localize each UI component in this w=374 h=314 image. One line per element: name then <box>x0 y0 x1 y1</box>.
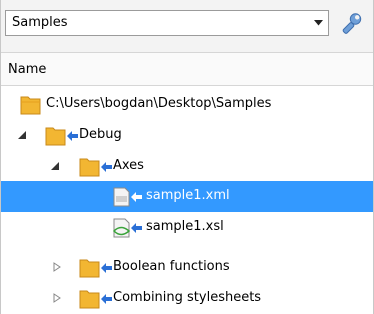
folder-link-icon <box>45 126 79 146</box>
tree-item-boolean-functions[interactable]: Boolean functions <box>1 252 373 283</box>
file-browser-panel: Samples Name C:\Users\bogdan\Desktop\Sam… <box>0 0 374 314</box>
folder-link-icon <box>79 157 113 177</box>
location-combo-value: Samples <box>12 15 68 30</box>
tree-item-label: C:\Users\bogdan\Desktop\Samples <box>46 96 272 111</box>
tree-item-label: Boolean functions <box>113 259 230 274</box>
folder-link-icon <box>79 289 113 309</box>
tree-item-label: sample1.xml <box>146 188 230 203</box>
tree-item-label: Combining stylesheets <box>113 290 262 305</box>
tree-item-label: Axes <box>113 158 144 173</box>
tree-item-label: Debug <box>79 127 122 142</box>
collapsed-arrow-icon[interactable] <box>52 262 62 272</box>
file-tree: C:\Users\bogdan\Desktop\Samples Debug Ax… <box>0 86 374 314</box>
tree-item-label: sample1.xsl <box>146 219 224 234</box>
tree-item-sample1-xml[interactable]: sample1.xml <box>1 181 373 212</box>
column-header-name: Name <box>8 62 47 77</box>
panel-border <box>0 0 1 314</box>
location-combo[interactable]: Samples <box>5 10 329 36</box>
folder-link-icon <box>79 258 113 278</box>
tree-item-sample1-xsl[interactable]: sample1.xsl <box>1 212 373 243</box>
tree-item-axes[interactable]: Axes <box>1 151 373 182</box>
toolbar: Samples <box>0 0 374 52</box>
wrench-icon[interactable] <box>341 11 365 35</box>
expanded-arrow-icon[interactable] <box>17 130 27 140</box>
tree-item-root[interactable]: C:\Users\bogdan\Desktop\Samples <box>1 89 373 120</box>
xsl-file-icon <box>111 218 145 238</box>
tree-item-combining-stylesheets[interactable]: Combining stylesheets <box>1 283 373 314</box>
tree-item-debug[interactable]: Debug <box>1 120 373 151</box>
column-header[interactable]: Name <box>0 52 374 86</box>
collapsed-arrow-icon[interactable] <box>52 293 62 303</box>
xml-file-icon <box>111 187 145 207</box>
chevron-down-icon[interactable] <box>308 11 328 35</box>
expanded-arrow-icon[interactable] <box>50 161 60 171</box>
